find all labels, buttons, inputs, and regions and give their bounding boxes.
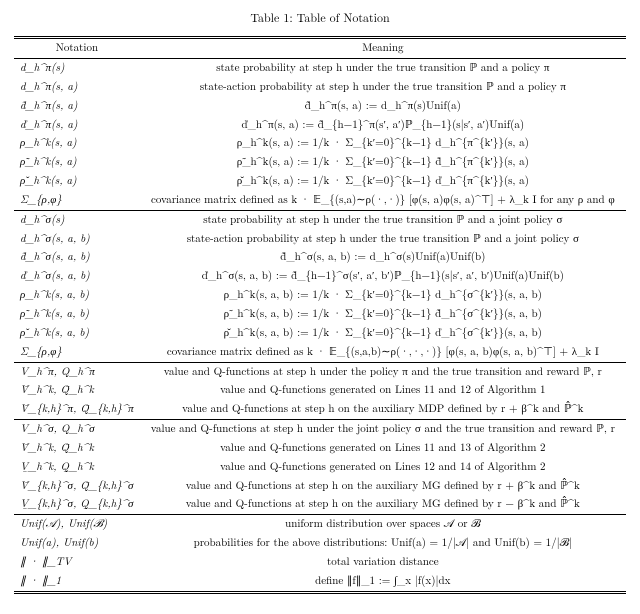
notation-cell: ρ̌_h^k(s, a) xyxy=(14,172,140,191)
header-meaning: Meaning xyxy=(140,38,626,59)
meaning-cell: value and Q-functions at step h on the a… xyxy=(140,495,626,514)
table-row: ρ̌_h^k(s, a, b)ρ̌_h^k(s, a, b) := 1/k · … xyxy=(14,324,626,343)
table-row: V_h^π, Q_h^πvalue and Q-functions at ste… xyxy=(14,362,626,381)
table-row: V̄_h^k, Q̄_h^kvalue and Q-functions gene… xyxy=(14,381,626,400)
notation-cell: d_h^σ(s) xyxy=(14,210,140,229)
notation-cell: Unif(a), Unif(b) xyxy=(14,534,140,553)
table-row: V̄_{k,h}^π, Q̄_{k,h}^πvalue and Q-functi… xyxy=(14,400,626,419)
meaning-cell: value and Q-functions at step h on the a… xyxy=(140,400,626,419)
notation-cell: d_h^π(s) xyxy=(14,59,140,78)
notation-cell: ρ_h^k(s, a, b) xyxy=(14,286,140,305)
table-row: ρ_h^k(s, a, b)ρ_h^k(s, a, b) := 1/k · Σ_… xyxy=(14,286,626,305)
meaning-cell: probabilities for the above distribution… xyxy=(140,534,626,553)
table-row: ρ̃_h^k(s, a, b)ρ̃_h^k(s, a, b) := 1/k · … xyxy=(14,305,626,324)
table-row: d_h^π(s, a)state-action probability at s… xyxy=(14,78,626,97)
notation-cell: d̃_h^π(s, a) xyxy=(14,97,140,116)
meaning-cell: state probability at step h under the tr… xyxy=(140,210,626,229)
meaning-cell: define ∥f∥_1 := ∫_x |f(x)|dx xyxy=(140,572,626,592)
table-row: Σ_{ρ,φ}covariance matrix defined as k · … xyxy=(14,343,626,362)
meaning-cell: ρ̌_h^k(s, a, b) := 1/k · Σ_{k′=0}^{k−1} … xyxy=(140,324,626,343)
table-row: ρ̃_h^k(s, a)ρ̃_h^k(s, a) := 1/k · Σ_{k′=… xyxy=(14,153,626,172)
meaning-cell: value and Q-functions generated on Lines… xyxy=(140,381,626,400)
meaning-cell: ρ_h^k(s, a, b) := 1/k · Σ_{k′=0}^{k−1} d… xyxy=(140,286,626,305)
meaning-cell: value and Q-functions generated on Lines… xyxy=(140,439,626,458)
notation-cell: V̄_{k,h}^σ, Q̄_{k,h}^σ xyxy=(14,477,140,496)
meaning-cell: value and Q-functions at step h under th… xyxy=(140,420,626,439)
table-row: Σ_{ρ,φ}covariance matrix defined as k · … xyxy=(14,191,626,210)
notation-cell: d_h^π(s, a) xyxy=(14,78,140,97)
notation-cell: V̄_{k,h}^π, Q̄_{k,h}^π xyxy=(14,400,140,419)
table-row: Unif(a), Unif(b)probabilities for the ab… xyxy=(14,534,626,553)
notation-cell: ρ̃_h^k(s, a, b) xyxy=(14,305,140,324)
meaning-cell: covariance matrix defined as k · 𝔼_{(s,a… xyxy=(140,343,626,362)
meaning-cell: value and Q-functions at step h under th… xyxy=(140,362,626,381)
notation-table: Notation Meaning d_h^π(s)state probabili… xyxy=(14,36,626,593)
meaning-cell: value and Q-functions generated on Lines… xyxy=(140,458,626,477)
notation-cell: V̄_h^k, Q̄_h^k xyxy=(14,439,140,458)
meaning-cell: d̃_h^π(s, a) := d_h^π(s)Unif(a) xyxy=(140,97,626,116)
meaning-cell: state-action probability at step h under… xyxy=(140,78,626,97)
notation-cell: Σ_{ρ,φ} xyxy=(14,191,140,210)
table-row: d̃_h^σ(s, a, b)d̃_h^σ(s, a, b) := d_h^σ(… xyxy=(14,248,626,267)
table-row: d_h^σ(s)state probability at step h unde… xyxy=(14,210,626,229)
meaning-cell: uniform distribution over spaces 𝒜 or ℬ xyxy=(140,515,626,534)
meaning-cell: covariance matrix defined as k · 𝔼_{(s,a… xyxy=(140,191,626,210)
notation-cell: V̲_{k,h}^σ, Q̲_{k,h}^σ xyxy=(14,495,140,514)
meaning-cell: ρ̌_h^k(s, a) := 1/k · Σ_{k′=0}^{k−1} ď_h… xyxy=(140,172,626,191)
notation-cell: ď_h^σ(s, a, b) xyxy=(14,267,140,286)
table-row: d_h^σ(s, a, b)state-action probability a… xyxy=(14,230,626,249)
notation-cell: ď_h^π(s, a) xyxy=(14,116,140,135)
notation-cell: V̲_h^k, Q̲_h^k xyxy=(14,458,140,477)
notation-cell: Unif(𝒜), Unif(ℬ) xyxy=(14,515,140,534)
notation-cell: d̃_h^σ(s, a, b) xyxy=(14,248,140,267)
table-row: V̄_h^k, Q̄_h^kvalue and Q-functions gene… xyxy=(14,439,626,458)
meaning-cell: value and Q-functions at step h on the a… xyxy=(140,477,626,496)
table-row: d_h^π(s)state probability at step h unde… xyxy=(14,59,626,78)
notation-cell: Σ_{ρ,φ} xyxy=(14,343,140,362)
header-notation: Notation xyxy=(14,38,140,59)
meaning-cell: ρ_h^k(s, a) := 1/k · Σ_{k′=0}^{k−1} d_h^… xyxy=(140,134,626,153)
notation-cell: V_h^σ, Q_h^σ xyxy=(14,420,140,439)
table-row: ρ_h^k(s, a)ρ_h^k(s, a) := 1/k · Σ_{k′=0}… xyxy=(14,134,626,153)
table-row: V_h^σ, Q_h^σvalue and Q-functions at ste… xyxy=(14,420,626,439)
notation-cell: V_h^π, Q_h^π xyxy=(14,362,140,381)
meaning-cell: d̃_h^σ(s, a, b) := d_h^σ(s)Unif(a)Unif(b… xyxy=(140,248,626,267)
notation-cell: ρ_h^k(s, a) xyxy=(14,134,140,153)
table-row: V̄_{k,h}^σ, Q̄_{k,h}^σvalue and Q-functi… xyxy=(14,477,626,496)
table-caption: Table 1: Table of Notation xyxy=(14,10,626,26)
table-row: d̃_h^π(s, a)d̃_h^π(s, a) := d_h^π(s)Unif… xyxy=(14,97,626,116)
notation-cell: d_h^σ(s, a, b) xyxy=(14,230,140,249)
notation-cell: ρ̌_h^k(s, a, b) xyxy=(14,324,140,343)
table-row: ∥ · ∥_1define ∥f∥_1 := ∫_x |f(x)|dx xyxy=(14,572,626,592)
meaning-cell: state probability at step h under the tr… xyxy=(140,59,626,78)
table-row: ρ̌_h^k(s, a)ρ̌_h^k(s, a) := 1/k · Σ_{k′=… xyxy=(14,172,626,191)
table-row: ď_h^σ(s, a, b)ď_h^σ(s, a, b) := d̃_{h−1}… xyxy=(14,267,626,286)
meaning-cell: state-action probability at step h under… xyxy=(140,230,626,249)
table-row: V̲_h^k, Q̲_h^kvalue and Q-functions gene… xyxy=(14,458,626,477)
meaning-cell: ρ̃_h^k(s, a) := 1/k · Σ_{k′=0}^{k−1} d̃_… xyxy=(140,153,626,172)
notation-cell: V̄_h^k, Q̄_h^k xyxy=(14,381,140,400)
meaning-cell: ď_h^π(s, a) := d̃_{h−1}^π(s′, a′)ℙ_{h−1}… xyxy=(140,116,626,135)
meaning-cell: ρ̃_h^k(s, a, b) := 1/k · Σ_{k′=0}^{k−1} … xyxy=(140,305,626,324)
table-row: ď_h^π(s, a)ď_h^π(s, a) := d̃_{h−1}^π(s′,… xyxy=(14,116,626,135)
meaning-cell: ď_h^σ(s, a, b) := d̃_{h−1}^σ(s′, a′, b′)… xyxy=(140,267,626,286)
table-row: Unif(𝒜), Unif(ℬ)uniform distribution ove… xyxy=(14,515,626,534)
table-row: V̲_{k,h}^σ, Q̲_{k,h}^σvalue and Q-functi… xyxy=(14,495,626,514)
notation-cell: ∥ · ∥_1 xyxy=(14,572,140,592)
notation-cell: ρ̃_h^k(s, a) xyxy=(14,153,140,172)
